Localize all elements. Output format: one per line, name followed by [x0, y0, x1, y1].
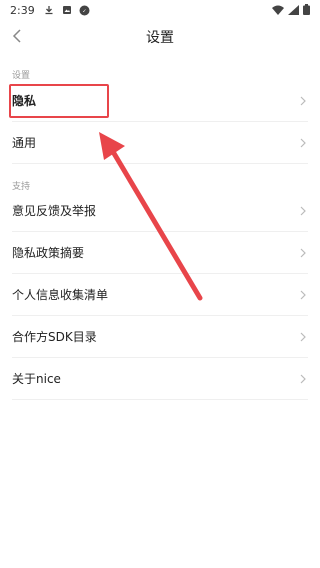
annotation-arrow	[99, 132, 203, 301]
